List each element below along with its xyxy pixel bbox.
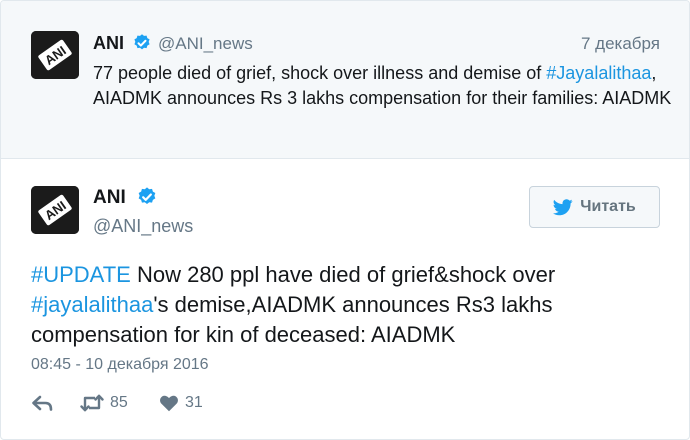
ani-logo-icon: ANI [31, 31, 79, 79]
quoted-tweet-text: 77 people died of grief, shock over illn… [93, 61, 673, 111]
like-button[interactable]: 31 [159, 394, 203, 412]
reply-icon [32, 395, 53, 411]
quoted-author-name[interactable]: ANI [93, 33, 124, 54]
tweet-text-part: Now 280 ppl have died of grief&shock ove… [130, 262, 556, 287]
verified-badge-icon [134, 34, 150, 50]
author-avatar[interactable]: ANI [31, 186, 79, 234]
reply-button[interactable] [31, 394, 53, 412]
quoted-text-start: 77 people died of grief, shock over illn… [93, 63, 547, 83]
follow-button-label: Читать [580, 198, 636, 215]
retweet-button[interactable]: 85 [80, 394, 128, 412]
retweet-count: 85 [110, 394, 128, 411]
heart-icon [160, 395, 178, 412]
twitter-bird-icon [553, 198, 573, 215]
tweet-timestamp[interactable]: 08:45 - 10 декабря 2016 [31, 356, 209, 374]
verified-badge-icon [138, 187, 156, 205]
tweet-text: #UPDATE Now 280 ppl have died of grief&s… [31, 260, 671, 350]
author-handle[interactable]: @ANI_news [93, 216, 193, 237]
tweet-embed-card: ANI ANI @ANI_news 7 декабря 77 people di… [0, 0, 690, 440]
follow-button[interactable]: Читать [529, 186, 660, 228]
like-count: 31 [185, 394, 203, 411]
ani-logo-icon: ANI [31, 186, 79, 234]
hashtag-link[interactable]: #jayalalithaa [31, 292, 153, 317]
quoted-avatar[interactable]: ANI [31, 31, 79, 79]
hashtag-link[interactable]: #Jayalalithaa [546, 63, 651, 83]
quoted-tweet[interactable]: ANI ANI @ANI_news 7 декабря 77 people di… [1, 1, 689, 159]
author-name[interactable]: ANI [93, 187, 126, 209]
quoted-date[interactable]: 7 декабря [581, 34, 660, 54]
hashtag-link[interactable]: #UPDATE [31, 262, 131, 287]
retweet-icon [80, 394, 104, 412]
quoted-author-handle[interactable]: @ANI_news [158, 34, 253, 54]
